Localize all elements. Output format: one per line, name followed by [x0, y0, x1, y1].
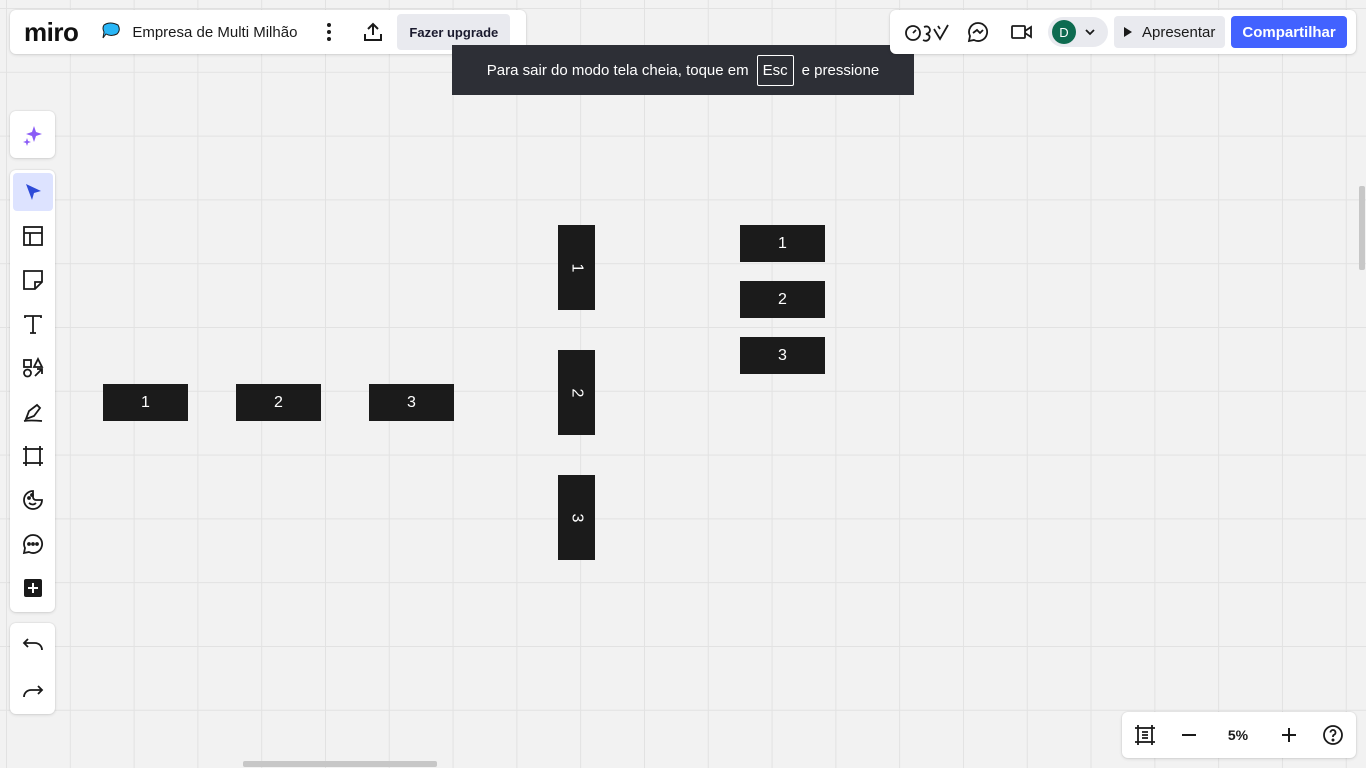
- comment-tool[interactable]: [10, 522, 55, 566]
- play-icon: [1124, 27, 1132, 37]
- shapes-icon: [22, 357, 44, 379]
- templates-tool[interactable]: [10, 214, 55, 258]
- toast-text-before: Para sair do modo tela cheia, toque em: [486, 61, 749, 79]
- pen-tool[interactable]: [10, 390, 55, 434]
- fullscreen-toast: Para sair do modo tela cheia, toque em E…: [452, 45, 914, 95]
- redo-icon: [22, 680, 44, 698]
- creation-toolbar: [10, 170, 55, 612]
- add-apps-icon: [23, 578, 43, 598]
- ai-sparkle-icon[interactable]: [22, 124, 44, 146]
- select-tool[interactable]: [10, 170, 55, 214]
- stickers-tool[interactable]: [10, 478, 55, 522]
- card-label: 1: [778, 234, 787, 252]
- card-label: 3: [407, 393, 416, 411]
- board-card-vertical[interactable]: 1: [558, 225, 595, 310]
- zoom-out-icon[interactable]: [1171, 717, 1207, 753]
- board-card[interactable]: 2: [740, 281, 825, 318]
- board-icon[interactable]: [100, 21, 122, 43]
- board-card[interactable]: 1: [740, 225, 825, 262]
- zoom-level[interactable]: 5%: [1213, 727, 1263, 743]
- card-label: 2: [778, 290, 787, 308]
- frame-tool[interactable]: [10, 434, 55, 478]
- miro-logo[interactable]: miro: [24, 17, 79, 48]
- text-tool[interactable]: [10, 302, 55, 346]
- chevron-down-icon[interactable]: [1084, 28, 1096, 36]
- card-label: 2: [568, 388, 586, 397]
- toast-text-after: e pressione: [801, 61, 880, 79]
- undo-icon: [22, 636, 44, 654]
- zoom-controls: 5%: [1122, 712, 1356, 758]
- text-icon: [22, 313, 44, 335]
- undo-button[interactable]: [10, 623, 55, 667]
- cursor-icon: [23, 182, 43, 202]
- templates-icon: [22, 225, 44, 247]
- card-label: 3: [778, 346, 787, 364]
- reactions-icon[interactable]: [902, 14, 952, 50]
- sticky-note-icon: [22, 269, 44, 291]
- vertical-scrollbar[interactable]: [1359, 186, 1365, 270]
- history-panel: [10, 623, 55, 714]
- help-icon[interactable]: [1315, 717, 1351, 753]
- avatar[interactable]: D: [1052, 20, 1076, 44]
- redo-button[interactable]: [10, 667, 55, 711]
- board-card[interactable]: 3: [740, 337, 825, 374]
- share-button[interactable]: Compartilhar: [1231, 16, 1347, 48]
- more-apps-tool[interactable]: [10, 566, 55, 610]
- top-right-bar: D Apresentar Compartilhar: [890, 10, 1356, 54]
- top-left-bar: miro Empresa de Multi Milhão Fazer upgra…: [10, 10, 526, 54]
- card-label: 2: [274, 393, 283, 411]
- board-card[interactable]: 3: [369, 384, 454, 421]
- more-options-icon[interactable]: [311, 14, 347, 50]
- board-card[interactable]: 1: [103, 384, 188, 421]
- user-menu[interactable]: D: [1048, 17, 1108, 47]
- frame-icon: [22, 445, 44, 467]
- card-label: 3: [568, 513, 586, 522]
- board-card-vertical[interactable]: 2: [558, 350, 595, 435]
- comment-icon: [22, 533, 44, 555]
- pen-icon: [22, 401, 44, 423]
- card-label: 1: [141, 393, 150, 411]
- shapes-tool[interactable]: [10, 346, 55, 390]
- chat-icon[interactable]: [960, 14, 996, 50]
- esc-key: Esc: [756, 54, 794, 86]
- zoom-in-icon[interactable]: [1271, 717, 1307, 753]
- present-label: Apresentar: [1142, 23, 1216, 41]
- board-card-vertical[interactable]: 3: [558, 475, 595, 560]
- present-button[interactable]: Apresentar: [1114, 16, 1226, 48]
- card-label: 1: [568, 263, 586, 272]
- board-name[interactable]: Empresa de Multi Milhão: [132, 24, 297, 41]
- board-card[interactable]: 2: [236, 384, 321, 421]
- horizontal-scrollbar[interactable]: [243, 761, 437, 767]
- stickers-icon: [22, 489, 44, 511]
- sticky-note-tool[interactable]: [10, 258, 55, 302]
- ai-assist-panel: [10, 111, 55, 158]
- fit-to-screen-icon[interactable]: [1127, 717, 1163, 753]
- video-icon[interactable]: [1004, 14, 1040, 50]
- export-icon[interactable]: [355, 14, 391, 50]
